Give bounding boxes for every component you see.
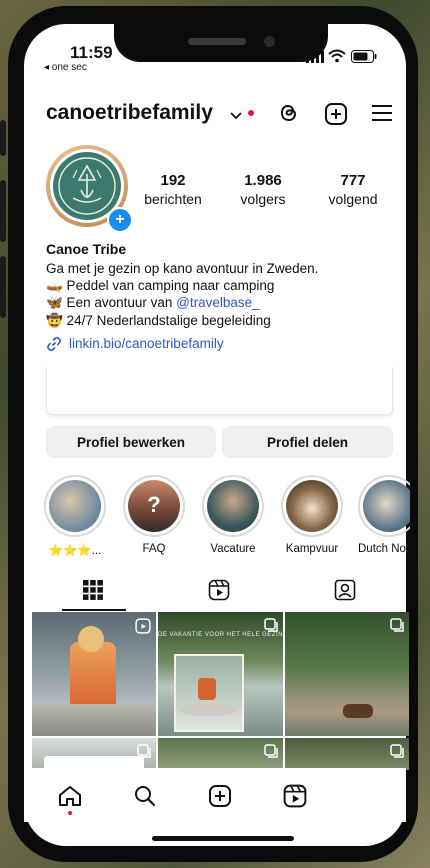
highlight-faq[interactable]: ? FAQ bbox=[121, 475, 187, 555]
carousel-badge-icon bbox=[264, 618, 278, 632]
post-2-photo-frame bbox=[174, 654, 244, 732]
post-tile-4[interactable] bbox=[32, 738, 156, 770]
bio-line-2: 🛶 Peddel van camping naar camping bbox=[46, 278, 275, 293]
nav-reels-icon[interactable] bbox=[283, 784, 307, 813]
status-time-wrap: 11:59 bbox=[70, 43, 113, 63]
stat-followers[interactable]: 1.986 volgers bbox=[223, 172, 303, 207]
carousel-badge-icon bbox=[390, 744, 404, 758]
account-switch-chevron-icon[interactable] bbox=[230, 108, 242, 126]
mute-switch bbox=[0, 120, 6, 156]
post-moose-shape bbox=[343, 704, 373, 718]
volume-down-button bbox=[0, 256, 6, 318]
reels-icon bbox=[208, 579, 230, 601]
bio-mention-link[interactable]: @travelbase_ bbox=[176, 295, 260, 310]
post-2-caption: DE VAKANTIE VOOR HET HELE GEZIN bbox=[158, 632, 283, 638]
highlight-vacancy[interactable]: Vacature bbox=[200, 475, 266, 555]
bio-external-link[interactable]: linkin.bio/canoetribefamily bbox=[69, 336, 224, 351]
tab-reels[interactable] bbox=[158, 572, 280, 608]
home-notification-dot bbox=[68, 811, 72, 815]
add-story-plus-icon[interactable]: + bbox=[107, 207, 133, 233]
grid-icon bbox=[83, 580, 103, 600]
home-indicator[interactable] bbox=[152, 836, 294, 841]
tab-grid[interactable] bbox=[32, 572, 154, 608]
stat-posts[interactable]: 192 berichten bbox=[133, 172, 213, 207]
threads-icon[interactable] bbox=[278, 102, 300, 124]
notification-dot bbox=[248, 110, 254, 116]
carousel-badge-icon bbox=[137, 744, 151, 758]
active-tab-indicator bbox=[62, 609, 126, 611]
battery-icon bbox=[351, 50, 377, 68]
menu-icon[interactable] bbox=[371, 104, 393, 122]
wifi-icon bbox=[328, 49, 346, 68]
nav-search-icon[interactable] bbox=[134, 785, 156, 812]
post-child-in-lifejacket bbox=[70, 642, 116, 712]
nav-create-icon[interactable] bbox=[208, 784, 232, 813]
profile-username[interactable]: canoetribefamily bbox=[46, 101, 213, 125]
highlight-dutch-nor[interactable]: Dutch Nor bbox=[358, 475, 410, 555]
back-to-app-link[interactable]: ◂ one sec bbox=[44, 62, 87, 73]
status-time: 11:59 bbox=[70, 43, 113, 62]
nav-home-icon[interactable] bbox=[58, 785, 82, 812]
edit-profile-button[interactable]: Profiel bewerken bbox=[46, 426, 216, 458]
notch bbox=[114, 24, 328, 62]
bio-line-3: 🦋 Een avontuur van @travelbase_ bbox=[46, 295, 260, 310]
volume-up-button bbox=[0, 180, 6, 242]
post-tile-5[interactable] bbox=[158, 738, 283, 770]
question-mark-icon: ? bbox=[147, 492, 161, 517]
create-post-icon[interactable] bbox=[324, 102, 348, 126]
reel-badge-icon bbox=[135, 618, 151, 634]
carousel-badge-icon bbox=[264, 744, 278, 758]
bio-line-4: 🤠 24/7 Nederlandstalige begeleiding bbox=[46, 313, 271, 328]
post-tile-6[interactable] bbox=[285, 738, 409, 770]
share-profile-button[interactable]: Profiel delen bbox=[222, 426, 393, 458]
bio-name: Canoe Tribe bbox=[46, 241, 127, 257]
post-tile-1[interactable] bbox=[32, 612, 156, 736]
highlight-campfire[interactable]: Kampvuur bbox=[279, 475, 345, 555]
carousel-badge-icon bbox=[390, 618, 404, 632]
bio-line-1: Ga met je gezin op kano avontuur in Zwed… bbox=[46, 261, 319, 276]
professional-dashboard-card[interactable] bbox=[46, 367, 393, 415]
tagged-person-icon bbox=[334, 579, 356, 601]
post-tile-3[interactable] bbox=[285, 612, 409, 736]
tab-tagged[interactable] bbox=[284, 572, 406, 608]
stat-following[interactable]: 777 volgend bbox=[313, 172, 393, 207]
highlight-reviews[interactable]: ⭐⭐⭐... bbox=[42, 475, 108, 557]
link-icon bbox=[46, 336, 62, 357]
post-tile-2[interactable]: DE VAKANTIE VOOR HET HELE GEZIN bbox=[158, 612, 283, 736]
